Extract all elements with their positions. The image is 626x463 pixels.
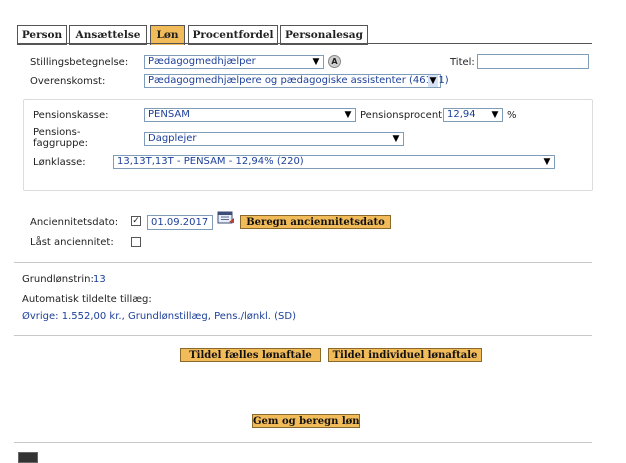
laast-anciennitet-checkbox[interactable]	[131, 237, 141, 247]
chevron-down-icon: ▼	[392, 134, 400, 144]
chevron-down-icon: ▼	[344, 110, 352, 120]
tab-person[interactable]: Person	[17, 25, 67, 45]
pensionskasse-label: Pensionskasse:	[33, 110, 109, 121]
class-badge-icon[interactable]: A	[328, 55, 341, 68]
section-divider-2	[14, 335, 592, 336]
anciennitetsdato-checkbox[interactable]: ✓	[131, 216, 141, 226]
bottom-widget-icon	[18, 452, 38, 463]
tildel-faelles-loenaftale-button[interactable]: Tildel fælles lønaftale	[180, 348, 321, 362]
tab-procentfordel[interactable]: Procentfordel	[188, 25, 278, 45]
pensionsprocent-select[interactable]: 12,94 ▼	[443, 108, 503, 122]
tillaeg-value: Øvrige: 1.552,00 kr., Grundlønstillæg, P…	[22, 311, 296, 322]
tab-divider	[17, 43, 592, 44]
chevron-down-icon: ▼	[428, 75, 438, 87]
gem-og-beregn-loen-button[interactable]: Gem og beregn løn	[252, 414, 360, 428]
chevron-down-icon: ▼	[543, 157, 551, 167]
grundloen-value: 13	[93, 274, 106, 285]
pensionsprocent-value: 12,94	[447, 109, 476, 120]
beregn-anciennitetsdato-button[interactable]: Beregn anciennitetsdato	[240, 215, 391, 229]
section-divider-3	[14, 442, 592, 443]
tab-loen[interactable]: Løn	[150, 25, 185, 45]
salary-panel: Person Ansættelse Løn Procentfordel Pers…	[14, 8, 596, 463]
faggruppe-label-line2: faggruppe:	[33, 138, 89, 149]
tillaeg-label: Automatisk tildelte tillæg:	[22, 294, 152, 305]
top-strip	[0, 0, 626, 6]
pensionsprocent-label: Pensionsprocent:	[360, 110, 446, 121]
tildel-individuel-loenaftale-button[interactable]: Tildel individuel lønaftale	[328, 348, 482, 362]
titel-input[interactable]	[477, 54, 589, 69]
faggruppe-label-line1: Pensions-	[33, 127, 81, 138]
titel-label: Titel:	[450, 57, 475, 68]
percent-unit: %	[507, 110, 517, 121]
overens-label: Overenskomst:	[30, 76, 106, 87]
loenklasse-select[interactable]: 13,13T,13T - PENSAM - 12,94% (220) ▼	[113, 155, 555, 169]
calendar-icon[interactable]	[217, 210, 235, 225]
laast-anciennitet-label: Låst anciennitet:	[30, 237, 114, 248]
loenklasse-label: Lønklasse:	[33, 157, 86, 168]
overens-select[interactable]: Pædagogmedhjælpere og pædagogiske assist…	[144, 74, 449, 88]
stillings-select[interactable]: Pædagogmedhjælper ▼	[144, 55, 324, 69]
loenklasse-value: 13,13T,13T - PENSAM - 12,94% (220)	[117, 156, 304, 167]
overens-value: Pædagogmedhjælpere og pædagogiske assist…	[148, 75, 449, 86]
faggruppe-select[interactable]: Dagplejer ▼	[144, 132, 404, 146]
anciennitetsdato-label: Anciennitetsdato:	[30, 217, 119, 228]
tab-personalesag[interactable]: Personalesag	[280, 25, 368, 45]
pensionskasse-value: PENSAM	[148, 109, 190, 120]
section-divider-1	[14, 262, 592, 263]
chevron-down-icon: ▼	[312, 57, 320, 67]
stillings-label: Stillingsbetegnelse:	[30, 57, 129, 68]
anciennitetsdato-input[interactable]: 01.09.2017	[147, 215, 213, 230]
tab-ansaettelse[interactable]: Ansættelse	[69, 25, 147, 45]
stillings-value: Pædagogmedhjælper	[148, 56, 256, 67]
grundloen-label: Grundlønstrin:	[22, 274, 94, 285]
pensionskasse-select[interactable]: PENSAM ▼	[144, 108, 356, 122]
chevron-down-icon: ▼	[491, 110, 499, 120]
anciennitetsdato-value: 01.09.2017	[151, 217, 209, 228]
faggruppe-value: Dagplejer	[148, 133, 197, 144]
